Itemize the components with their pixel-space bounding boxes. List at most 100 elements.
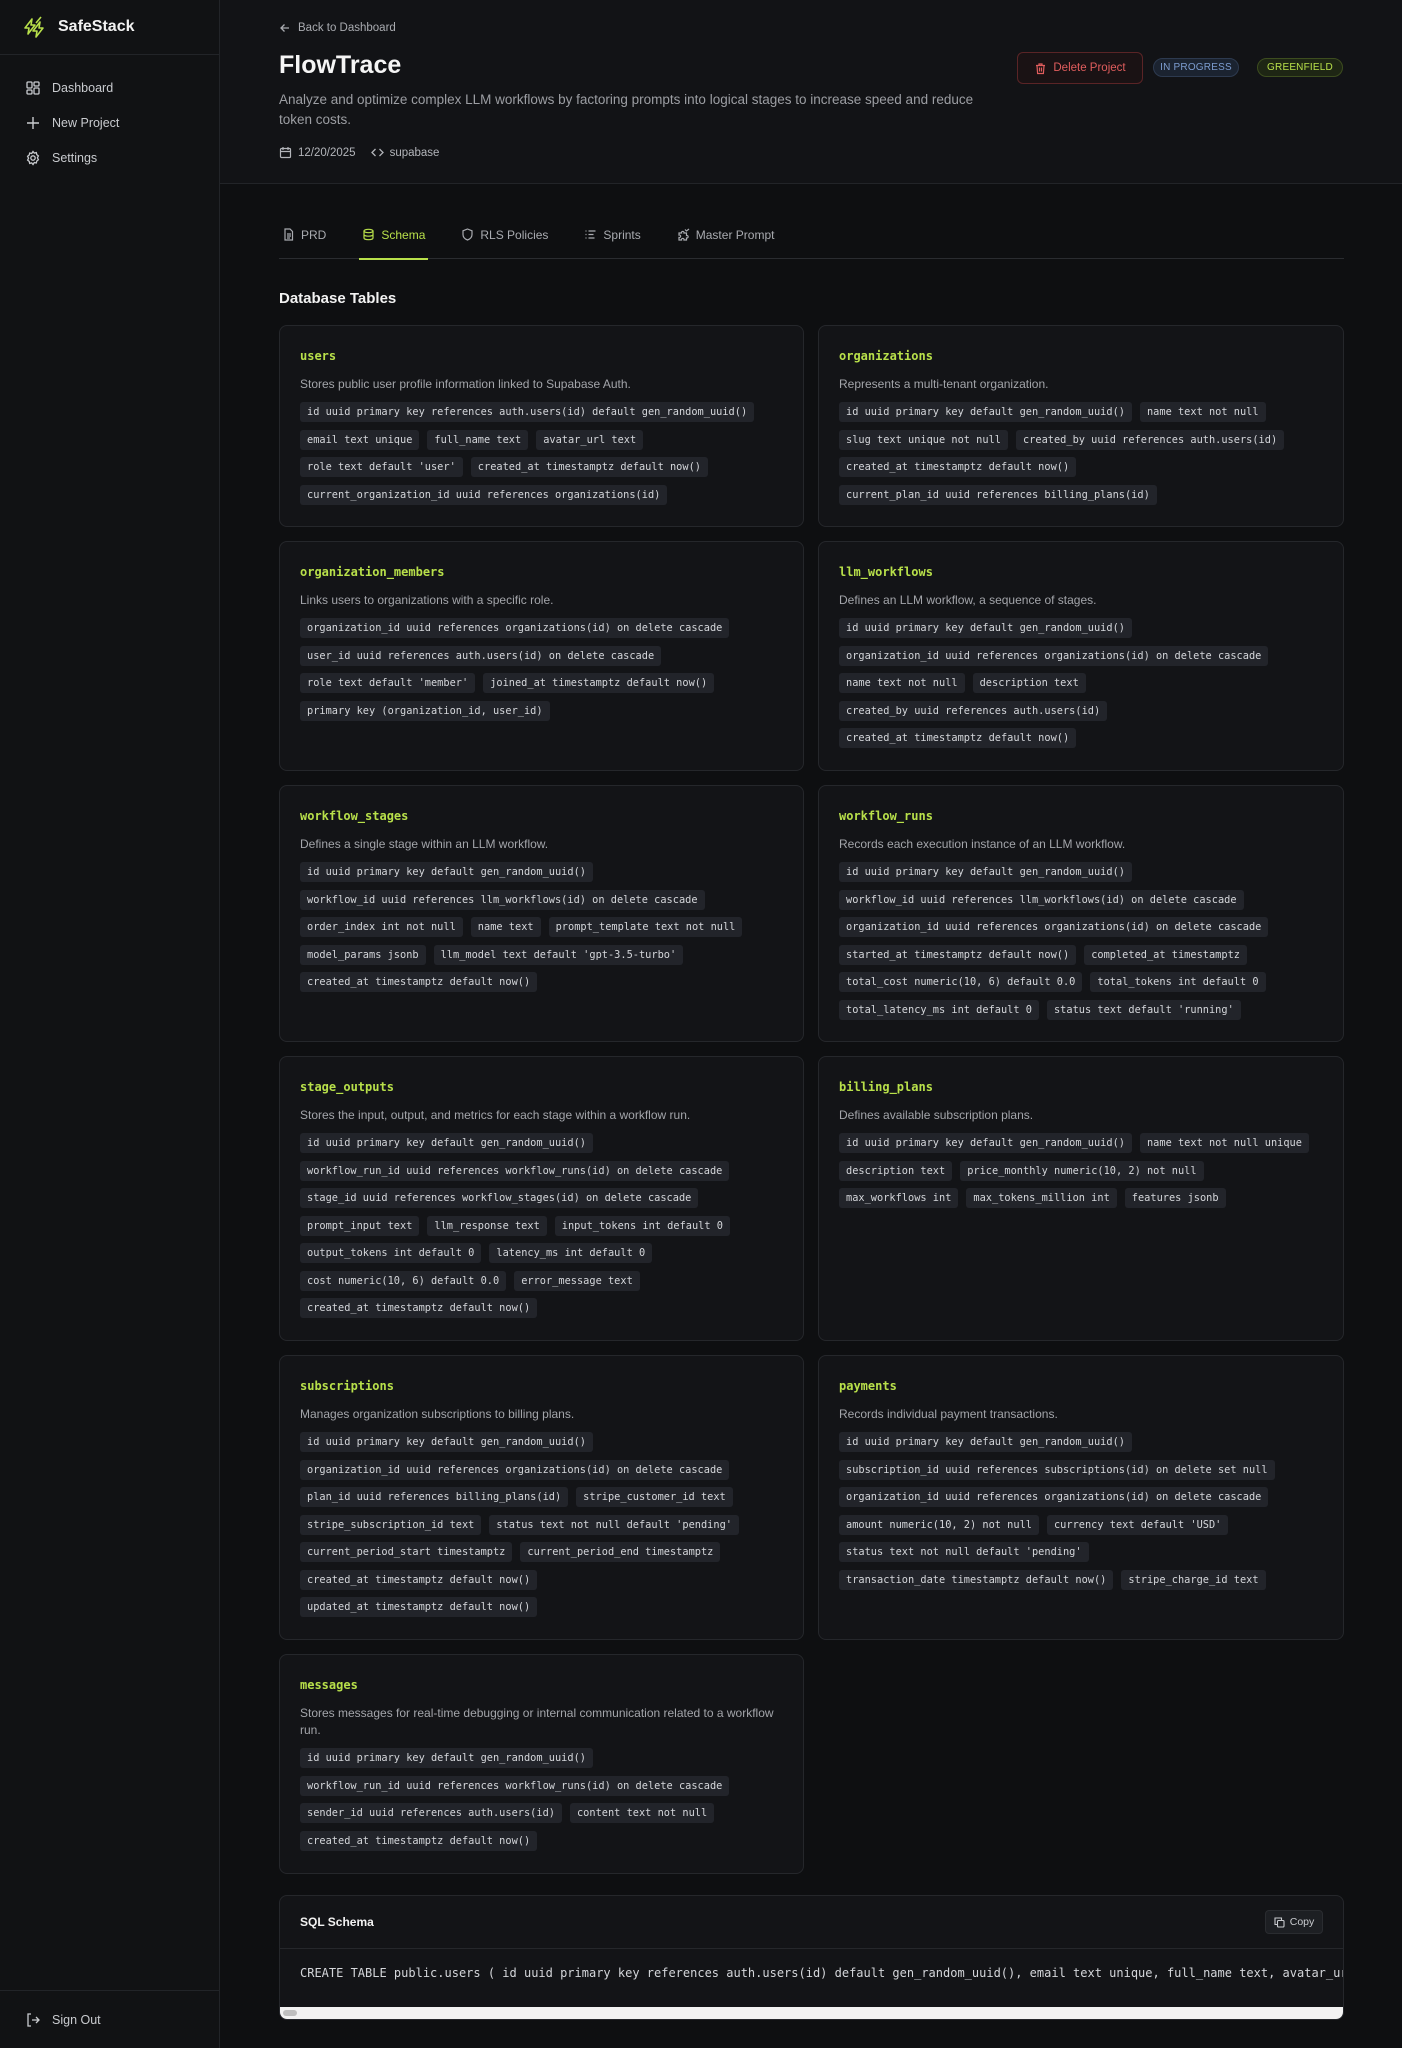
table-description: Manages organization subscriptions to bi…: [300, 1407, 575, 1421]
column-chip: created_at timestamptz default now(): [300, 1830, 538, 1851]
code-icon: [370, 148, 384, 157]
sidebar-item-label: Settings: [52, 150, 98, 165]
table-name: payments: [839, 1379, 897, 1393]
table-name: stage_outputs: [300, 1080, 394, 1094]
project-meta: 12/20/2025 supabase: [279, 146, 454, 159]
tab-master-prompt[interactable]: Master Prompt: [674, 210, 778, 259]
column-chip: cost numeric(10, 6) default 0.0: [300, 1270, 507, 1291]
sidebar-item-dashboard[interactable]: Dashboard: [0, 70, 219, 105]
sql-code: CREATE TABLE public.users ( id uuid prim…: [300, 1966, 1344, 1980]
tab-bar: PRD Schema RLS Policies Sprints Master P…: [279, 210, 1344, 260]
column-chip: status text default 'running': [1046, 999, 1241, 1020]
tab-label: RLS Policies: [480, 227, 549, 242]
scrollbar-thumb[interactable]: [283, 2010, 297, 2016]
column-chip: slug text unique not null: [839, 429, 1008, 450]
column-list: organization_id uuid references organiza…: [300, 618, 783, 728]
brand[interactable]: SafeStack: [0, 0, 219, 55]
column-chip: price_monthly numeric(10, 2) not null: [960, 1160, 1204, 1181]
table-card: users Stores public user profile informat…: [279, 325, 804, 527]
column-chip: stripe_charge_id text: [1121, 1569, 1266, 1590]
sidebar-item-new-project[interactable]: New Project: [0, 105, 219, 140]
column-chip: model_params jsonb: [300, 944, 426, 965]
column-chip: content text not null: [569, 1803, 715, 1823]
table-card: payments Records individual payment trans…: [818, 1355, 1344, 1640]
table-description: Stores messages for real-time debugging …: [300, 1706, 774, 1737]
column-chip: created_at timestamptz default now(): [839, 457, 1077, 477]
column-chip: full_name text: [427, 429, 529, 450]
status-badge: IN PROGRESS: [1153, 58, 1239, 77]
horizontal-scrollbar[interactable]: [280, 2007, 1343, 2019]
sql-title: SQL Schema: [280, 1896, 1343, 1949]
column-list: id uuid primary key default gen_random_u…: [839, 402, 1323, 512]
date-meta: 12/20/2025: [279, 146, 356, 159]
column-chip: id uuid primary key default gen_random_u…: [300, 1748, 593, 1768]
column-chip: currency text default 'USD': [1046, 1514, 1229, 1535]
sidebar: SafeStack Dashboard New Project Settings…: [0, 0, 220, 2048]
tab-prd[interactable]: PRD: [279, 210, 329, 259]
column-chip: id uuid primary key default gen_random_u…: [300, 1133, 593, 1153]
table-card: llm_workflows Defines an LLM workflow, a …: [818, 541, 1344, 771]
table-name: organization_members: [300, 565, 445, 579]
tab-label: Master Prompt: [695, 227, 775, 242]
list-icon: [585, 230, 596, 239]
type-badge: GREENFIELD: [1257, 58, 1343, 77]
dashboard-icon: [26, 80, 40, 95]
column-chip: latency_ms int default 0: [489, 1243, 653, 1263]
copy-icon: [1274, 1916, 1285, 1928]
delete-project-button[interactable]: Delete Project: [1017, 52, 1143, 84]
project-description: Analyze and optimize complex LLM workflo…: [279, 92, 974, 127]
tab-rls-policies[interactable]: RLS Policies: [458, 210, 551, 259]
table-card: workflow_runs Records each execution inst…: [818, 785, 1344, 1042]
project-date: 12/20/2025: [298, 146, 356, 159]
sidebar-nav: Dashboard New Project Settings: [0, 55, 219, 175]
trash-icon: [1036, 62, 1046, 74]
table-card: stage_outputs Stores the input, output, a…: [279, 1056, 804, 1341]
column-chip: created_at timestamptz default now(): [470, 457, 708, 477]
project-stack: supabase: [389, 146, 440, 159]
column-list: id uuid primary key default gen_random_u…: [839, 1133, 1323, 1216]
column-chip: created_at timestamptz default now(): [300, 972, 538, 992]
table-description: Defines a single stage within an LLM wor…: [300, 837, 549, 851]
column-chip: llm_response text: [427, 1215, 547, 1236]
table-card: billing_plans Defines available subscript…: [818, 1056, 1344, 1341]
table-description: Defines an LLM workflow, a sequence of s…: [839, 593, 1097, 607]
column-list: id uuid primary key default gen_random_u…: [300, 1133, 783, 1326]
column-chip: error_message text: [514, 1270, 640, 1291]
column-chip: subscription_id uuid references subscrip…: [839, 1459, 1275, 1480]
sign-out-label: Sign Out: [52, 2012, 101, 2027]
table-description: Records individual payment transactions.: [839, 1407, 1058, 1421]
tab-label: Sprints: [603, 227, 641, 242]
column-chip: name text not null: [839, 673, 965, 693]
column-chip: id uuid primary key default gen_random_u…: [839, 1432, 1132, 1452]
table-description: Records each execution instance of an LL…: [839, 837, 1126, 851]
table-card: organizations Represents a multi-tenant o…: [818, 325, 1344, 527]
table-description: Stores the input, output, and metrics fo…: [300, 1108, 691, 1122]
copy-label: Copy: [1289, 1916, 1315, 1928]
column-list: id uuid primary key default gen_random_u…: [839, 1432, 1323, 1597]
column-chip: prompt_input text: [300, 1215, 420, 1236]
column-chip: role text default 'member': [300, 673, 476, 693]
tab-sprints[interactable]: Sprints: [581, 210, 643, 259]
tab-schema[interactable]: Schema: [359, 210, 429, 260]
column-list: id uuid primary key default gen_random_u…: [300, 862, 783, 1000]
column-chip: name text not null: [1139, 402, 1266, 422]
column-chip: workflow_id uuid references llm_workflow…: [839, 889, 1244, 910]
column-chip: created_at timestamptz default now(): [300, 1298, 538, 1318]
column-list: id uuid primary key default gen_random_u…: [839, 862, 1323, 1027]
column-chip: status text not null default 'pending': [839, 1542, 1089, 1562]
sign-out-button[interactable]: Sign Out: [0, 1990, 219, 2048]
table-name: workflow_runs: [839, 809, 933, 823]
column-chip: organization_id uuid references organiza…: [300, 1459, 730, 1480]
copy-button[interactable]: Copy: [1265, 1910, 1323, 1934]
table-card: workflow_stages Defines a single stage wi…: [279, 785, 804, 1042]
puzzle-icon: [678, 228, 690, 241]
column-chip: input_tokens int default 0: [554, 1215, 730, 1236]
table-card: subscriptions Manages organization subscr…: [279, 1355, 804, 1640]
table-name: users: [300, 349, 337, 363]
sidebar-item-settings[interactable]: Settings: [0, 140, 219, 175]
back-link[interactable]: Back to Dashboard: [279, 22, 396, 34]
column-chip: features jsonb: [1124, 1188, 1226, 1208]
column-chip: workflow_run_id uuid references workflow…: [300, 1160, 730, 1181]
column-chip: current_plan_id uuid references billing_…: [839, 484, 1157, 505]
column-chip: workflow_run_id uuid references workflow…: [300, 1775, 730, 1796]
